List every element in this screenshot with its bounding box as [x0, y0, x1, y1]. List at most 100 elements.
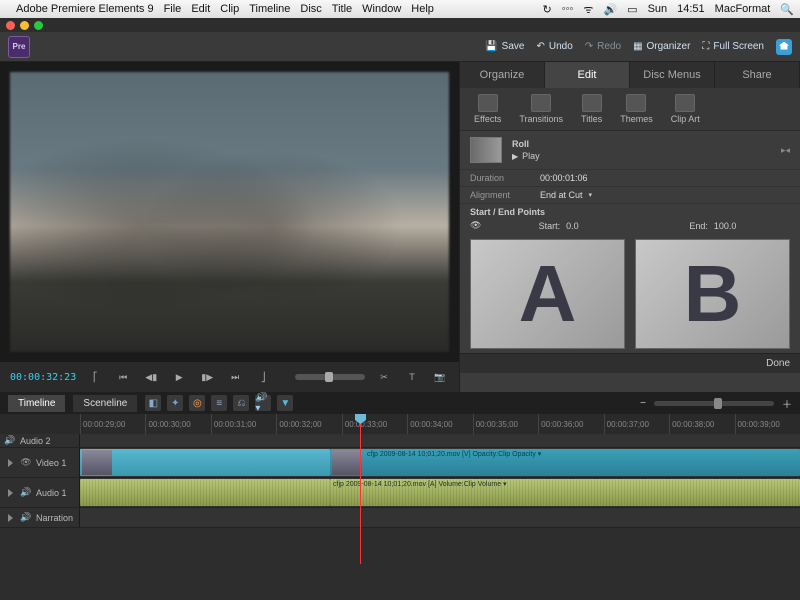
eye-icon[interactable]	[20, 457, 32, 469]
fullscreen-button[interactable]: ⛶Full Screen	[702, 41, 764, 52]
timeline-tab[interactable]: Timeline	[8, 395, 65, 412]
detect-icon[interactable]: ◎	[189, 395, 205, 411]
playhead[interactable]	[360, 414, 361, 564]
goto-next-button[interactable]: ⏭	[226, 370, 244, 384]
time-ruler[interactable]: 00:00:29;00 00:00:30;00 00:00:31;00 00:0…	[0, 414, 800, 434]
audio-clip-b[interactable]: cfjp 2009-08-14 10;01;20.mov [A] Volume:…	[330, 479, 800, 506]
split-clip-button[interactable]: ✂	[375, 370, 393, 384]
menubar-timeline[interactable]: Timeline	[249, 3, 290, 15]
audio-clip-a[interactable]	[80, 479, 330, 506]
menubar-day[interactable]: Sun	[648, 3, 668, 15]
track-body-audio2[interactable]	[80, 434, 800, 447]
effects-button[interactable]: Effects	[474, 94, 501, 124]
menubar-user[interactable]: MacFormat	[715, 3, 771, 15]
themes-button[interactable]: Themes	[620, 94, 653, 124]
speaker-icon[interactable]	[20, 487, 32, 499]
preview-toggle-icon[interactable]	[470, 220, 481, 231]
tab-edit[interactable]: Edit	[545, 62, 630, 88]
zoom-in-icon[interactable]: ＋	[782, 396, 792, 411]
track-body-video1[interactable]: cfjp 2009-08-14 10;01;20.mov [V] Opacity…	[80, 448, 800, 477]
save-button[interactable]: 💾Save	[485, 41, 524, 52]
tab-organize[interactable]: Organize	[460, 62, 545, 88]
done-button[interactable]: Done	[766, 358, 790, 369]
transition-play-label[interactable]: Play	[522, 151, 540, 161]
menubar-help[interactable]: Help	[411, 3, 434, 15]
tab-disc-menus[interactable]: Disc Menus	[630, 62, 715, 88]
track-head-audio2: Audio 2	[0, 434, 80, 447]
wifi-icon[interactable]: ◦◦◦	[562, 3, 574, 15]
ruler-tick: 00:00:29;00	[80, 414, 145, 434]
collapse-icon[interactable]	[4, 487, 16, 499]
marker-icon[interactable]: ◧	[145, 395, 161, 411]
duration-row: Duration 00:00:01:06	[460, 169, 800, 186]
out-point-button[interactable]: ⎦	[254, 370, 272, 384]
battery-icon[interactable]: ▭	[627, 3, 637, 16]
home-button[interactable]	[776, 39, 792, 55]
volume-icon[interactable]: 🔊	[603, 3, 617, 16]
menubar-edit[interactable]: Edit	[191, 3, 210, 15]
zoom-out-icon[interactable]: −	[640, 398, 646, 409]
minimize-window-button[interactable]	[20, 21, 29, 30]
video-clip-b[interactable]: cfjp 2009-08-14 10;01;20.mov [V] Opacity…	[330, 449, 800, 476]
start-end-section-header: Start / End Points	[460, 203, 800, 220]
shuttle-slider[interactable]	[295, 374, 365, 380]
organizer-label: Organizer	[647, 41, 691, 52]
audio-mix-icon[interactable]: ⎌	[233, 395, 249, 411]
end-value[interactable]: 100.0	[714, 221, 737, 231]
goto-prev-button[interactable]: ⏮	[114, 370, 132, 384]
collapse-icon[interactable]	[4, 457, 16, 469]
a-card[interactable]: A	[470, 239, 625, 349]
zoom-window-button[interactable]	[34, 21, 43, 30]
redo-label: Redo	[597, 41, 621, 52]
menubar-time[interactable]: 14:51	[677, 3, 705, 15]
track-body-narration[interactable]	[80, 508, 800, 527]
track-body-audio1[interactable]: cfjp 2009-08-14 10;01;20.mov [A] Volume:…	[80, 478, 800, 507]
dropdown-icon[interactable]: ▾	[589, 191, 593, 199]
alignment-value[interactable]: End at Cut	[540, 190, 583, 200]
video-clip-a[interactable]	[80, 449, 330, 476]
themes-icon	[626, 94, 646, 112]
menubar-disc[interactable]: Disc	[300, 3, 321, 15]
play-button[interactable]: ▶	[170, 370, 188, 384]
fullscreen-icon: ⛶	[702, 41, 709, 52]
step-back-button[interactable]: ◀▮	[142, 370, 160, 384]
transitions-icon	[531, 94, 551, 112]
collapse-icon[interactable]	[4, 512, 16, 524]
organizer-button[interactable]: ▦Organizer	[633, 41, 690, 52]
task-panel: Organize Edit Disc Menus Share Effects T…	[460, 62, 800, 392]
b-letter: B	[684, 248, 742, 340]
smartfix-icon[interactable]: ✦	[167, 395, 183, 411]
tab-share[interactable]: Share	[715, 62, 800, 88]
start-value[interactable]: 0.0	[566, 221, 579, 231]
b-card[interactable]: B	[635, 239, 790, 349]
properties-icon[interactable]: ≡	[211, 395, 227, 411]
add-text-button[interactable]: T	[403, 370, 421, 384]
play-icon[interactable]: ▶	[512, 152, 518, 161]
audio-tools-icon[interactable]: 🔊▾	[255, 395, 271, 411]
spotlight-icon[interactable]: 🔍	[780, 3, 794, 16]
titles-button[interactable]: Titles	[581, 94, 602, 124]
expand-icon[interactable]: ▸◂	[781, 145, 790, 156]
clipart-button[interactable]: Clip Art	[671, 94, 700, 124]
menubar-clip[interactable]: Clip	[220, 3, 239, 15]
marker-drop-icon[interactable]: ▼	[277, 395, 293, 411]
wifi-icon-2[interactable]: ᯤ	[583, 2, 593, 17]
duration-value[interactable]: 00:00:01:06	[540, 173, 588, 183]
sync-icon[interactable]: ↻	[542, 3, 551, 16]
menubar-title[interactable]: Title	[332, 3, 352, 15]
zoom-slider[interactable]	[654, 401, 774, 406]
sceneline-tab[interactable]: Sceneline	[73, 395, 137, 412]
menubar-window[interactable]: Window	[362, 3, 401, 15]
speaker-icon[interactable]	[4, 435, 16, 447]
transitions-button[interactable]: Transitions	[519, 94, 563, 124]
close-window-button[interactable]	[6, 21, 15, 30]
in-point-button[interactable]: ⎡	[86, 370, 104, 384]
speaker-icon[interactable]	[20, 512, 32, 524]
snapshot-button[interactable]: 📷	[431, 370, 449, 384]
step-fwd-button[interactable]: ▮▶	[198, 370, 216, 384]
undo-button[interactable]: ↶Undo	[536, 41, 572, 52]
redo-button[interactable]: ↷Redo	[585, 41, 621, 52]
menubar-app[interactable]: Adobe Premiere Elements 9	[16, 3, 154, 15]
track-head-narration: Narration	[0, 508, 80, 527]
menubar-file[interactable]: File	[164, 3, 182, 15]
